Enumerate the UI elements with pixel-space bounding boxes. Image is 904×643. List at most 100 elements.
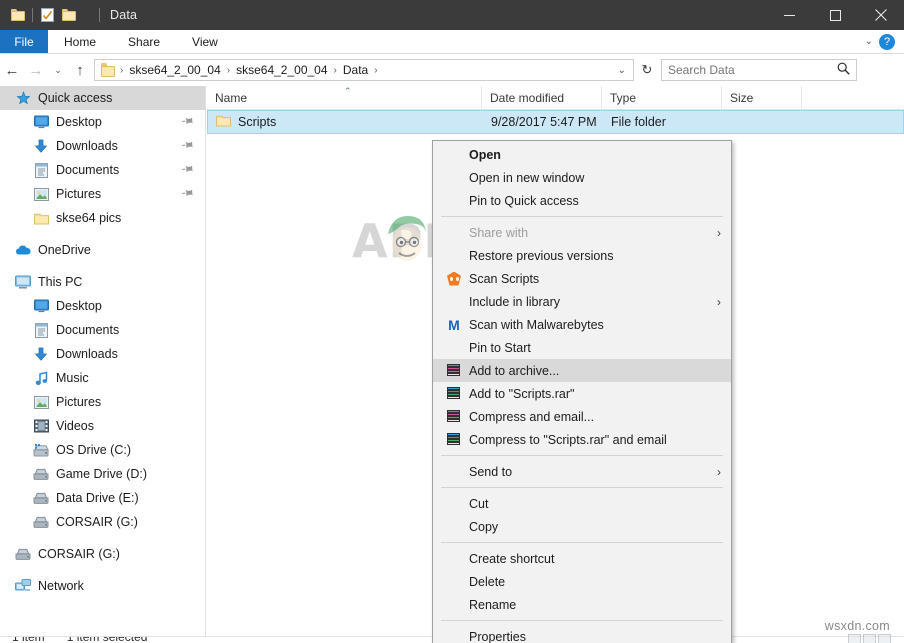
column-header-size[interactable]: Size: [722, 86, 802, 109]
sidebar-item-corsair-g[interactable]: CORSAIR (G:): [0, 542, 205, 566]
quick-access-toolbar: customize-caret-icon Data: [0, 4, 137, 26]
breadcrumb-item-2[interactable]: Data: [340, 63, 371, 77]
menu-item-delete[interactable]: Delete: [433, 570, 731, 593]
menu-item-pin-to-quick-access[interactable]: Pin to Quick access: [433, 189, 731, 212]
sidebar-item-downloads[interactable]: Downloads: [0, 342, 205, 366]
menu-item-label: Properties: [469, 630, 731, 643]
pin-icon[interactable]: [179, 161, 196, 179]
forward-button[interactable]: →: [24, 57, 48, 83]
column-header-row: ⌃ Name Date modified Type Size: [207, 86, 904, 110]
sidebar-item-onedrive[interactable]: OneDrive: [0, 238, 205, 262]
breadcrumb-separator-1[interactable]: ›: [224, 65, 233, 76]
navigation-group-gap: [0, 534, 205, 542]
menu-item-restore-previous-versions[interactable]: Restore previous versions: [433, 244, 731, 267]
close-button[interactable]: [858, 0, 904, 30]
breadcrumb-folder-icon[interactable]: [101, 63, 115, 77]
breadcrumb-item-0[interactable]: skse64_2_00_04: [126, 63, 223, 77]
tab-view[interactable]: View: [176, 30, 234, 53]
sidebar-item-desktop[interactable]: Desktop: [0, 110, 205, 134]
refresh-button[interactable]: ↻: [636, 62, 658, 78]
menu-item-add-to-scripts-rar[interactable]: Add to "Scripts.rar": [433, 382, 731, 405]
menu-item-no-icon: [443, 574, 465, 590]
sidebar-item-pictures[interactable]: Pictures: [0, 390, 205, 414]
sidebar-item-quick-access[interactable]: Quick access: [0, 86, 205, 110]
pin-icon[interactable]: [179, 185, 196, 203]
breadcrumb-item-1[interactable]: skse64_2_00_04: [233, 63, 330, 77]
sidebar-item-label: Data Drive (E:): [56, 491, 139, 505]
menu-item-label: Create shortcut: [469, 552, 731, 566]
sidebar-item-corsair-g[interactable]: CORSAIR (G:): [0, 510, 205, 534]
context-menu[interactable]: OpenOpen in new windowPin to Quick acces…: [432, 140, 732, 643]
file-name-cell[interactable]: Scripts: [208, 114, 483, 130]
tab-file[interactable]: File: [0, 30, 48, 53]
up-button[interactable]: ↑: [68, 57, 92, 83]
breadcrumb-separator-3[interactable]: ›: [371, 65, 380, 76]
menu-item-open-in-new-window[interactable]: Open in new window: [433, 166, 731, 189]
search-input[interactable]: Search Data: [668, 63, 837, 77]
tab-share[interactable]: Share: [112, 30, 176, 53]
menu-item-properties[interactable]: Properties: [433, 625, 731, 643]
avast-icon: [443, 271, 465, 287]
column-header-type[interactable]: Type: [602, 86, 722, 109]
sidebar-item-skse64-pics[interactable]: skse64 pics: [0, 206, 205, 230]
search-icon[interactable]: [837, 62, 850, 78]
menu-item-pin-to-start[interactable]: Pin to Start: [433, 336, 731, 359]
breadcrumb-dropdown-icon[interactable]: ⌄: [611, 65, 633, 76]
star-pin-icon: [14, 91, 32, 106]
menu-item-create-shortcut[interactable]: Create shortcut: [433, 547, 731, 570]
sidebar-item-os-drive-c[interactable]: OS Drive (C:): [0, 438, 205, 462]
table-row[interactable]: Scripts9/28/2017 5:47 PMFile folder: [207, 110, 904, 134]
drive-icon: [32, 492, 50, 504]
properties-icon[interactable]: [36, 4, 58, 26]
tab-home[interactable]: Home: [48, 30, 112, 53]
pin-icon[interactable]: [179, 113, 196, 131]
back-button[interactable]: ←: [0, 57, 24, 83]
menu-item-add-to-archive[interactable]: Add to archive...: [433, 359, 731, 382]
customize-caret-icon[interactable]: customize-caret-icon: [80, 4, 96, 26]
window-title: Data: [110, 8, 137, 22]
menu-item-share-with[interactable]: Share with›: [433, 221, 731, 244]
title-bar: customize-caret-icon Data: [0, 0, 904, 30]
column-header-name[interactable]: ⌃ Name: [207, 86, 482, 109]
maximize-button[interactable]: [812, 0, 858, 30]
minimize-button[interactable]: [766, 0, 812, 30]
column-header-name-label: Name: [215, 91, 247, 105]
pin-icon[interactable]: [179, 137, 196, 155]
menu-item-copy[interactable]: Copy: [433, 515, 731, 538]
sidebar-item-data-drive-e[interactable]: Data Drive (E:): [0, 486, 205, 510]
desktop-icon: [32, 115, 50, 129]
sidebar-item-documents[interactable]: Documents: [0, 158, 205, 182]
sidebar-item-network[interactable]: Network: [0, 574, 205, 598]
recent-locations-icon[interactable]: ⌄: [48, 57, 68, 83]
sidebar-item-pictures[interactable]: Pictures: [0, 182, 205, 206]
menu-item-compress-to-scripts-rar-and-email[interactable]: Compress to "Scripts.rar" and email: [433, 428, 731, 451]
menu-item-compress-and-email[interactable]: Compress and email...: [433, 405, 731, 428]
column-header-date[interactable]: Date modified: [482, 86, 602, 109]
navigation-pane[interactable]: Quick accessDesktopDownloadsDocumentsPic…: [0, 86, 206, 636]
menu-item-open[interactable]: Open: [433, 143, 731, 166]
breadcrumb-separator-2[interactable]: ›: [331, 65, 340, 76]
sidebar-item-videos[interactable]: Videos: [0, 414, 205, 438]
search-box[interactable]: Search Data: [661, 59, 857, 81]
sidebar-item-music[interactable]: Music: [0, 366, 205, 390]
folder-icon[interactable]: [7, 4, 29, 26]
sidebar-item-desktop[interactable]: Desktop: [0, 294, 205, 318]
sidebar-item-label: CORSAIR (G:): [38, 547, 120, 561]
sidebar-item-game-drive-d[interactable]: Game Drive (D:): [0, 462, 205, 486]
sidebar-item-this-pc[interactable]: This PC: [0, 270, 205, 294]
sidebar-item-label: CORSAIR (G:): [56, 515, 138, 529]
menu-item-send-to[interactable]: Send to›: [433, 460, 731, 483]
menu-item-scan-scripts[interactable]: Scan Scripts: [433, 267, 731, 290]
menu-item-include-in-library[interactable]: Include in library›: [433, 290, 731, 313]
documents-icon: [32, 323, 50, 338]
sidebar-item-downloads[interactable]: Downloads: [0, 134, 205, 158]
new-folder-icon[interactable]: [58, 4, 80, 26]
help-icon[interactable]: ?: [879, 34, 895, 50]
sidebar-item-documents[interactable]: Documents: [0, 318, 205, 342]
menu-item-cut[interactable]: Cut: [433, 492, 731, 515]
sidebar-item-label: Quick access: [38, 91, 112, 105]
menu-item-rename[interactable]: Rename: [433, 593, 731, 616]
breadcrumb[interactable]: › skse64_2_00_04 › skse64_2_00_04 › Data…: [94, 59, 634, 81]
menu-item-scan-with-malwarebytes[interactable]: MScan with Malwarebytes: [433, 313, 731, 336]
expand-ribbon-caret-icon[interactable]: ⌄: [865, 36, 873, 47]
